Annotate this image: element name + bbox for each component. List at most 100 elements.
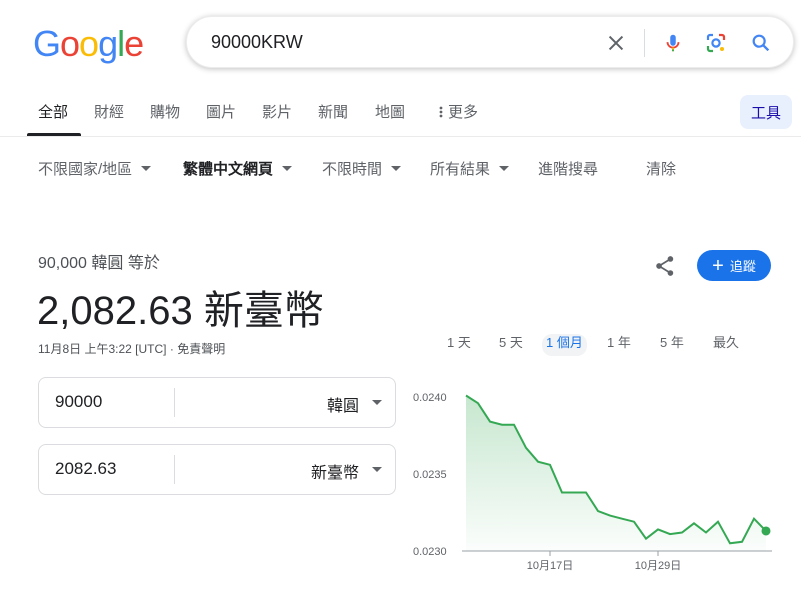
chart-point xyxy=(692,521,696,525)
chart-point xyxy=(620,517,624,521)
disclaimer-link[interactable]: 免責聲明 xyxy=(177,342,225,356)
tab-more[interactable]: 更多 xyxy=(437,101,478,122)
x-tick-label: 10月29日 xyxy=(635,560,681,572)
chart-point xyxy=(584,490,588,494)
chart-point xyxy=(740,540,744,544)
chart-current-point xyxy=(761,526,771,536)
filter-time[interactable]: 不限時間 xyxy=(322,158,402,179)
to-currency-select[interactable]: 新臺幣 xyxy=(311,459,359,483)
search-input[interactable]: 90000KRW xyxy=(211,32,303,53)
range-1-day[interactable]: 1 天 xyxy=(443,334,475,356)
logo-letter: g xyxy=(98,23,118,64)
chart-point xyxy=(512,423,516,427)
tab-images[interactable]: 圖片 xyxy=(206,101,236,122)
search-tabs: 全部 財經 購物 圖片 影片 新聞 地圖 更多 工具 xyxy=(0,90,801,137)
logo-letter: l xyxy=(117,23,125,64)
tab-shopping[interactable]: 購物 xyxy=(150,101,180,122)
chart-point xyxy=(728,541,732,545)
y-tick-label: 0.0240 xyxy=(413,392,447,404)
chart-point xyxy=(548,463,552,467)
chart-point xyxy=(536,460,540,464)
logo-letter: e xyxy=(124,23,144,64)
tab-all[interactable]: 全部 xyxy=(38,101,68,122)
from-currency-box: 90000 韓圓 xyxy=(38,377,396,428)
chart-point xyxy=(500,423,504,427)
filter-results[interactable]: 所有結果 xyxy=(430,158,510,179)
chart-point xyxy=(644,537,648,541)
filter-label: 不限國家/地區 xyxy=(38,161,133,178)
chart-point xyxy=(608,514,612,518)
chart-point xyxy=(464,393,468,397)
filter-label: 所有結果 xyxy=(430,161,491,178)
conversion-result: 2,082.63 新臺幣 xyxy=(37,289,324,333)
range-5-years[interactable]: 5 年 xyxy=(656,334,688,356)
chart-point xyxy=(488,420,492,424)
range-max[interactable]: 最久 xyxy=(709,334,743,356)
chevron-down-icon xyxy=(141,166,152,171)
filter-bar: 不限國家/地區 繁體中文網頁 不限時間 所有結果 進階搜尋 清除 xyxy=(0,158,801,182)
search-icon[interactable] xyxy=(747,29,775,57)
active-tab-indicator xyxy=(27,133,81,136)
from-amount-input[interactable]: 90000 xyxy=(55,392,102,412)
chart-point xyxy=(560,490,564,494)
chevron-down-icon xyxy=(499,166,510,171)
chart-point xyxy=(476,401,480,405)
meta-separator: · xyxy=(169,342,174,356)
chart-point xyxy=(524,446,528,450)
tab-videos[interactable]: 影片 xyxy=(262,101,292,122)
chart-point xyxy=(632,520,636,524)
conversion-source-label: 90,000 韓圓 等於 xyxy=(38,255,160,272)
close-icon[interactable] xyxy=(602,29,630,57)
exchange-rate-chart[interactable]: 0.0240 0.0235 0.0230 10月17日 10月29日 xyxy=(410,380,801,580)
chart-point xyxy=(656,527,660,531)
chart-point xyxy=(716,520,720,524)
logo-letter: o xyxy=(79,23,99,64)
clear-filters-link[interactable]: 清除 xyxy=(646,158,676,179)
filter-language[interactable]: 繁體中文網頁 xyxy=(183,158,293,179)
chevron-down-icon[interactable] xyxy=(372,400,382,405)
chart-point xyxy=(668,532,672,536)
tab-news[interactable]: 新聞 xyxy=(318,101,348,122)
tab-finance[interactable]: 財經 xyxy=(94,101,124,122)
share-icon[interactable] xyxy=(652,253,678,279)
chevron-down-icon xyxy=(391,166,402,171)
range-1-month[interactable]: 1 個月 xyxy=(542,334,587,356)
chevron-down-icon xyxy=(282,166,293,171)
lens-icon[interactable] xyxy=(702,29,730,57)
x-tick-label: 10月17日 xyxy=(527,560,573,572)
chart-point xyxy=(752,517,756,521)
from-currency-select[interactable]: 韓圓 xyxy=(327,392,359,416)
tools-button[interactable]: 工具 xyxy=(740,95,792,129)
chevron-down-icon[interactable] xyxy=(372,467,382,472)
field-divider xyxy=(174,388,175,417)
plus-icon: + xyxy=(712,254,724,277)
chart-point xyxy=(596,509,600,513)
google-logo[interactable]: Google xyxy=(33,23,144,64)
y-tick-label: 0.0235 xyxy=(413,469,447,481)
filter-label: 不限時間 xyxy=(322,161,383,178)
range-5-days[interactable]: 5 天 xyxy=(495,334,527,356)
to-currency-box: 2082.63 新臺幣 xyxy=(38,444,396,495)
more-vert-icon xyxy=(439,106,443,117)
advanced-search-link[interactable]: 進階搜尋 xyxy=(538,158,598,179)
search-divider xyxy=(644,29,645,57)
logo-letter: G xyxy=(33,23,61,64)
tab-more-label: 更多 xyxy=(448,104,479,121)
mic-icon[interactable] xyxy=(659,29,687,57)
search-box[interactable]: 90000KRW xyxy=(186,16,794,68)
to-amount-input[interactable]: 2082.63 xyxy=(55,459,116,479)
conversion-meta: 11月8日 上午3:22 [UTC] · 免責聲明 xyxy=(38,340,225,357)
follow-button[interactable]: + 追蹤 xyxy=(697,250,771,281)
field-divider xyxy=(174,455,175,484)
filter-label: 繁體中文網頁 xyxy=(183,161,274,178)
range-1-year[interactable]: 1 年 xyxy=(603,334,635,356)
y-tick-label: 0.0230 xyxy=(413,546,447,558)
tab-maps[interactable]: 地圖 xyxy=(375,101,405,122)
filter-region[interactable]: 不限國家/地區 xyxy=(38,158,152,179)
logo-letter: o xyxy=(60,23,80,64)
follow-button-label: 追蹤 xyxy=(729,259,756,274)
chart-point xyxy=(680,531,684,535)
chart-point xyxy=(704,531,708,535)
chart-point xyxy=(572,490,576,494)
conversion-timestamp: 11月8日 上午3:22 [UTC] xyxy=(38,342,167,356)
